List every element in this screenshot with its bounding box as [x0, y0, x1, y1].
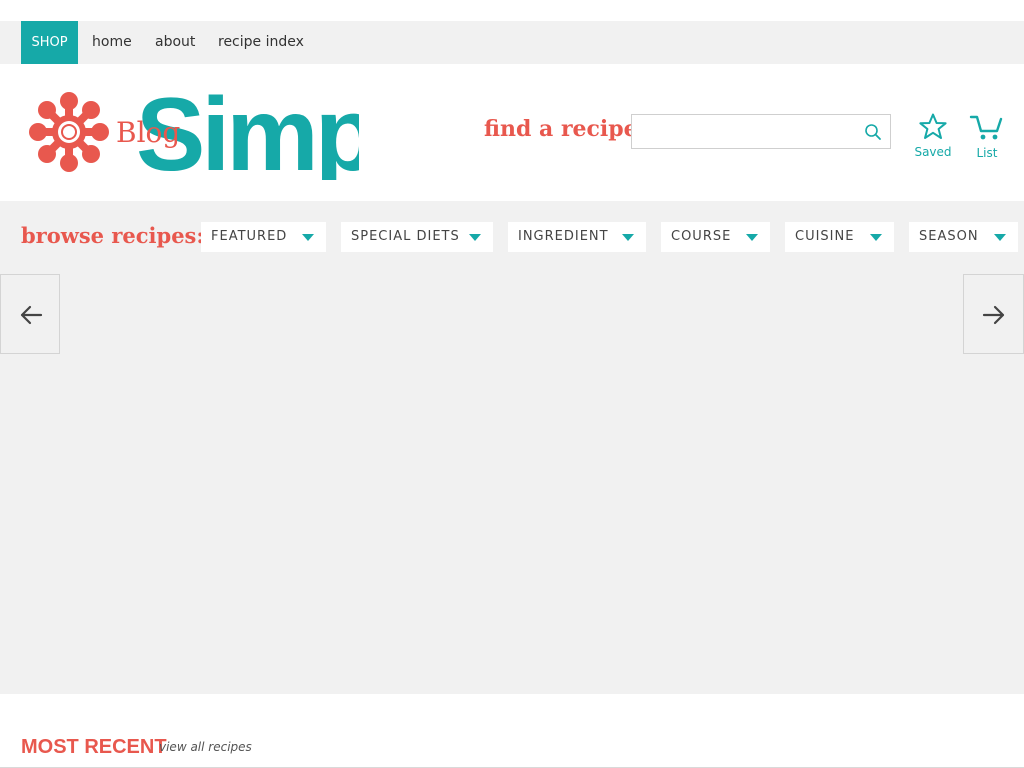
- dropdown-special-diets[interactable]: SPECIAL DIETS: [341, 222, 493, 252]
- logo-alt-text: Blog: [116, 116, 181, 149]
- dropdown-label: INGREDIENT: [518, 229, 609, 244]
- carousel-prev-button[interactable]: [0, 274, 60, 354]
- arrow-left-icon: [20, 305, 43, 325]
- section-title: MOST RECENT: [21, 736, 167, 758]
- nav-recipe-index-link[interactable]: recipe index: [218, 21, 304, 64]
- cart-icon: [969, 115, 1005, 145]
- dropdown-label: FEATURED: [211, 229, 288, 244]
- view-all-recipes-link[interactable]: view all recipes: [159, 740, 252, 754]
- nav-about-link[interactable]: about: [155, 21, 195, 64]
- caret-down-icon: [870, 234, 882, 241]
- dropdown-label: SPECIAL DIETS: [351, 229, 460, 244]
- dropdown-course[interactable]: COURSE: [661, 222, 770, 252]
- list-button[interactable]: List: [965, 113, 1009, 160]
- nav-home-link[interactable]: home: [92, 21, 132, 64]
- caret-down-icon: [622, 234, 634, 241]
- dropdown-season[interactable]: SEASON: [909, 222, 1018, 252]
- search-label: find a recipe:: [484, 116, 646, 142]
- search-icon[interactable]: [864, 123, 882, 145]
- search-box: [631, 114, 891, 149]
- shop-link[interactable]: SHOP: [21, 21, 78, 64]
- search-input[interactable]: [638, 115, 862, 148]
- dropdown-cuisine[interactable]: CUISINE: [785, 222, 894, 252]
- saved-label: Saved: [914, 145, 952, 159]
- star-icon: [919, 113, 947, 144]
- browse-label: browse recipes:: [21, 223, 205, 248]
- caret-down-icon: [469, 234, 481, 241]
- logo-flower-icon[interactable]: [21, 84, 117, 184]
- caret-down-icon: [746, 234, 758, 241]
- dropdown-label: COURSE: [671, 229, 732, 244]
- list-label: List: [976, 146, 998, 160]
- carousel-next-button[interactable]: [963, 274, 1024, 354]
- browse-panel: browse recipes: FEATURED SPECIAL DIETS I…: [0, 201, 1024, 694]
- saved-button[interactable]: Saved: [911, 113, 955, 159]
- caret-down-icon: [994, 234, 1006, 241]
- caret-down-icon: [302, 234, 314, 241]
- dropdown-label: SEASON: [919, 229, 979, 244]
- top-nav: SHOP home about recipe index: [0, 21, 1024, 64]
- arrow-right-icon: [982, 305, 1005, 325]
- dropdown-label: CUISINE: [795, 229, 855, 244]
- dropdown-featured[interactable]: FEATURED: [201, 222, 326, 252]
- dropdown-ingredient[interactable]: INGREDIENT: [508, 222, 646, 252]
